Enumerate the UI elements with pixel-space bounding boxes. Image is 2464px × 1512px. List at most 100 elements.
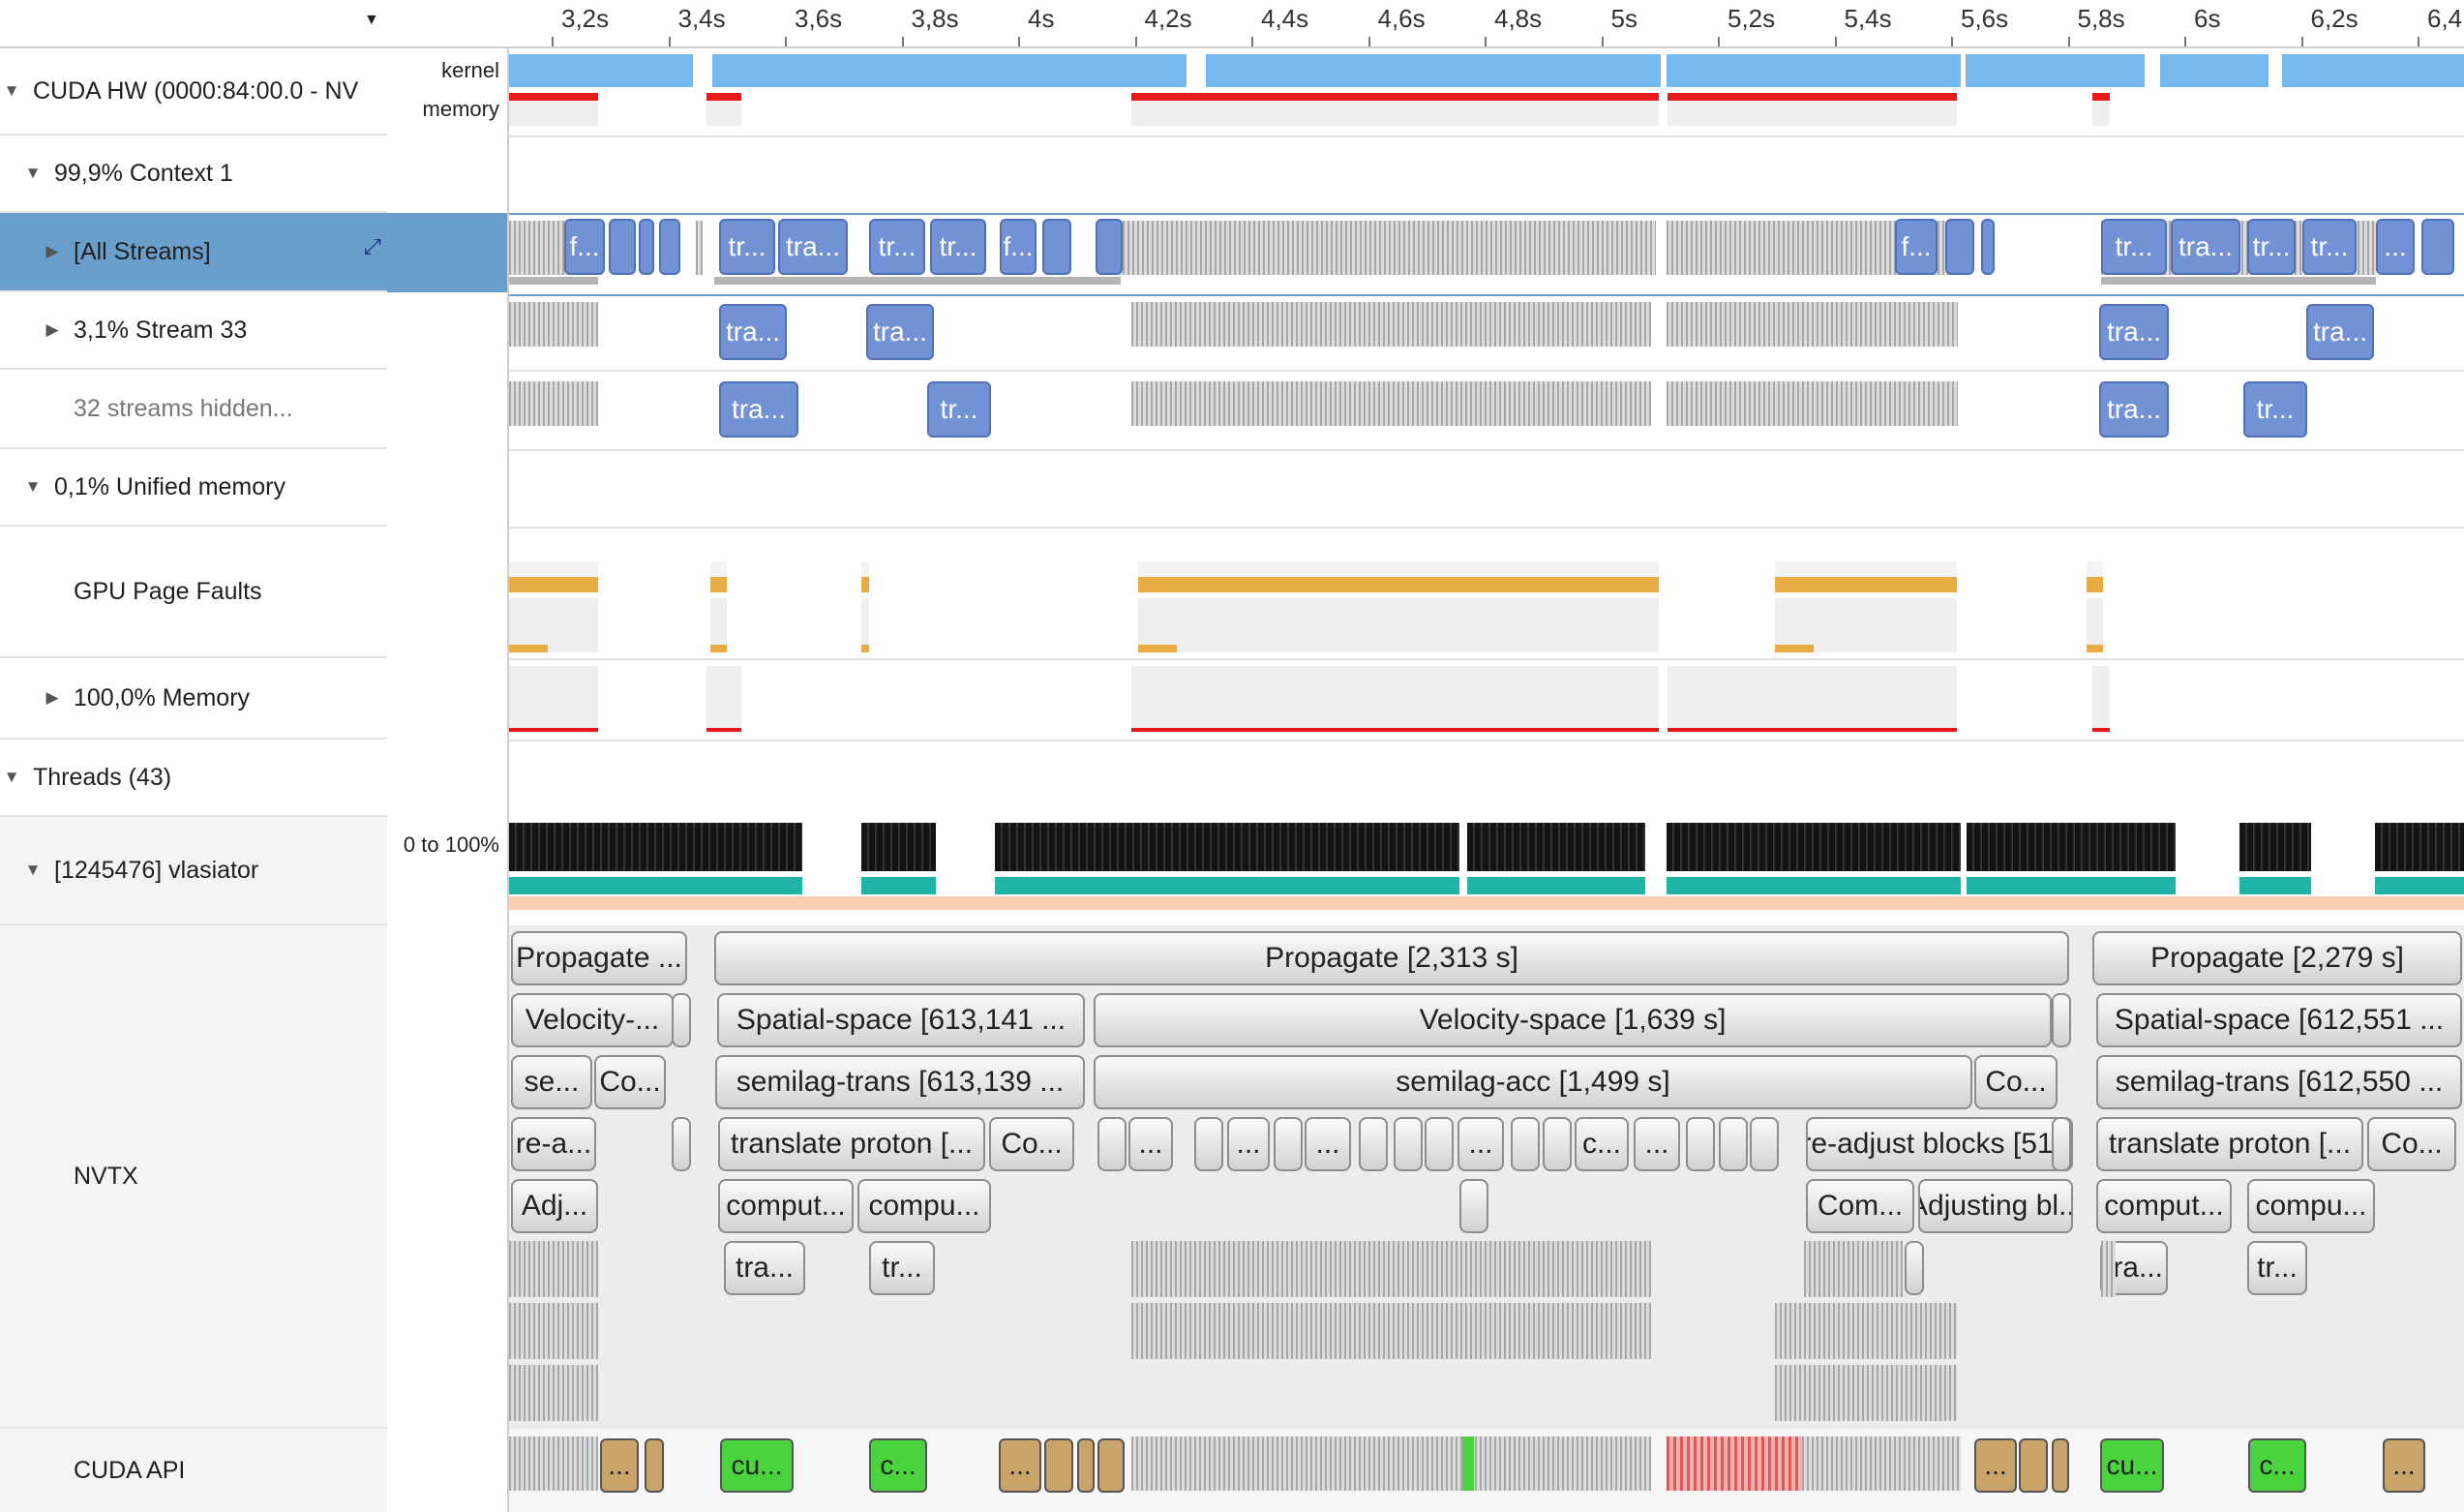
kernel-bar[interactable] (712, 54, 1187, 87)
nvtx-range[interactable]: ... (1128, 1117, 1173, 1171)
nvtx-range[interactable]: tr... (869, 1241, 935, 1295)
nvtx-range[interactable]: compu... (857, 1179, 991, 1233)
collapse-triangle-icon[interactable]: ▼ (21, 861, 45, 880)
thread-state-bar[interactable] (995, 877, 1459, 894)
nvtx-range[interactable]: tra... (724, 1241, 805, 1295)
nvtx-range[interactable]: Propagate [2,313 s] (714, 931, 2069, 985)
timeline-canvas[interactable]: f... tr... tra... tr... tr... f... f... tr... tr… (509, 48, 2464, 1512)
kernel-block[interactable]: tra... (2099, 381, 2169, 438)
kernel-bar[interactable] (1206, 54, 1661, 87)
cuda-api-call[interactable]: ... (2383, 1438, 2425, 1493)
nvtx-range[interactable] (1543, 1117, 1572, 1171)
kernel-block[interactable]: tr... (719, 219, 775, 275)
ruler-dropdown-icon[interactable]: ▼ (364, 12, 379, 29)
nvtx-range[interactable]: translate proton [... (2096, 1117, 2363, 1171)
row-process[interactable]: ▼ [1245476] vlasiator (0, 817, 387, 925)
nvtx-range[interactable]: Spatial-space [612,551 ... (2096, 993, 2462, 1047)
cuda-api-call[interactable]: c... (869, 1438, 927, 1493)
kernel-block[interactable]: tr... (930, 219, 986, 275)
thread-state-bar[interactable] (1967, 877, 2176, 894)
nvtx-range[interactable]: Adj... (511, 1179, 598, 1233)
row-cuda-api[interactable]: CUDA API (0, 1429, 387, 1512)
nvtx-range[interactable] (1359, 1117, 1388, 1171)
nvtx-range[interactable]: c... (1575, 1117, 1629, 1171)
nvtx-range[interactable] (1511, 1117, 1540, 1171)
nvtx-range[interactable]: Spatial-space [613,141 ... (717, 993, 1085, 1047)
nvtx-range[interactable]: Velocity-space [1,639 s] (1094, 993, 2052, 1047)
cuda-api-call[interactable] (1044, 1438, 1073, 1493)
cuda-api-call[interactable]: ... (999, 1438, 1041, 1493)
memory-usage-bar[interactable] (1131, 666, 1659, 734)
row-stream-33[interactable]: ▶ 3,1% Stream 33 (0, 292, 387, 370)
cpu-usage-bar[interactable] (1467, 823, 1645, 871)
kernel-block[interactable]: f... (564, 219, 605, 275)
memory-usage-bar[interactable] (1668, 666, 1957, 734)
row-unified-memory[interactable]: ▼ 0,1% Unified memory (0, 449, 387, 527)
kernel-block[interactable]: tr... (2247, 219, 2296, 275)
kernel-block[interactable]: tr... (2101, 219, 2167, 275)
nvtx-range[interactable]: Co... (989, 1117, 1074, 1171)
nvtx-range[interactable] (1425, 1117, 1454, 1171)
cpu-usage-bar[interactable] (2375, 823, 2464, 871)
thread-state-bar[interactable] (1467, 877, 1645, 894)
nvtx-range[interactable]: ... (1227, 1117, 1270, 1171)
kernel-block[interactable] (1945, 219, 1974, 275)
cpu-usage-bar[interactable] (1967, 823, 2176, 871)
collapse-triangle-icon[interactable]: ▼ (0, 81, 23, 101)
nvtx-range[interactable]: Propagate ... (511, 931, 687, 985)
cuda-api-call[interactable] (645, 1438, 664, 1493)
nvtx-range[interactable]: semilag-acc [1,499 s] (1094, 1055, 1972, 1109)
kernel-bar[interactable] (509, 54, 693, 87)
kernel-bar[interactable] (2160, 54, 2269, 87)
kernel-block[interactable] (639, 219, 654, 275)
row-gpu-page-faults[interactable]: GPU Page Faults (0, 527, 387, 658)
kernel-block[interactable]: tr... (2243, 381, 2307, 438)
nvtx-range[interactable]: Velocity-... (511, 993, 674, 1047)
nvtx-range[interactable] (2052, 993, 2071, 1047)
cuda-api-call[interactable] (1097, 1438, 1125, 1493)
kernel-block[interactable]: f... (1895, 219, 1938, 275)
kernel-block[interactable] (1096, 219, 1123, 275)
memory-usage-bar[interactable] (706, 666, 741, 734)
nvtx-range[interactable] (1905, 1241, 1924, 1295)
kernel-block[interactable] (2421, 219, 2454, 275)
cuda-api-call[interactable] (2019, 1438, 2048, 1493)
kernel-block[interactable]: tra... (719, 304, 787, 360)
nvtx-range[interactable]: semilag-trans [613,139 ... (715, 1055, 1085, 1109)
cuda-api-call[interactable]: ... (1974, 1438, 2017, 1493)
nvtx-range[interactable]: Adjusting bl... (1918, 1179, 2073, 1233)
nvtx-range[interactable]: re-adjust blocks [51... (1806, 1117, 2073, 1171)
collapse-triangle-icon[interactable]: ▼ (21, 477, 45, 497)
thread-state-bar[interactable] (2239, 877, 2311, 894)
nvtx-range[interactable]: se... (511, 1055, 592, 1109)
kernel-bar[interactable] (1966, 54, 2145, 87)
nvtx-range[interactable]: tr... (2247, 1241, 2307, 1295)
kernel-block[interactable]: tr... (927, 381, 991, 438)
nvtx-range[interactable] (1719, 1117, 1748, 1171)
nvtx-range[interactable]: ... (1457, 1117, 1504, 1171)
nvtx-range[interactable]: Co... (2367, 1117, 2456, 1171)
thread-state-bar[interactable] (861, 877, 936, 894)
nvtx-range[interactable] (1194, 1117, 1223, 1171)
nvtx-range[interactable] (1394, 1117, 1423, 1171)
kernel-block[interactable] (1042, 219, 1071, 275)
expand-triangle-icon[interactable]: ▶ (41, 242, 64, 261)
kernel-bar[interactable] (2282, 54, 2464, 87)
nvtx-range[interactable] (1459, 1179, 1488, 1233)
kernel-block[interactable]: tra... (778, 219, 848, 275)
expand-triangle-icon[interactable]: ▶ (41, 688, 64, 708)
kernel-block[interactable]: tra... (2306, 304, 2374, 360)
thread-state-bar[interactable] (1667, 877, 1961, 894)
nvtx-range[interactable]: Com... (1806, 1179, 1914, 1233)
cpu-usage-bar[interactable] (995, 823, 1459, 871)
row-hidden-streams[interactable]: 32 streams hidden... − + (0, 370, 455, 449)
nvtx-range[interactable] (1686, 1117, 1715, 1171)
nvtx-range[interactable] (672, 993, 691, 1047)
row-memory[interactable]: ▶ 100,0% Memory (0, 658, 387, 740)
cpu-usage-bar[interactable] (509, 823, 802, 871)
nvtx-range[interactable]: re-a... (511, 1117, 596, 1171)
nvtx-range[interactable] (1097, 1117, 1127, 1171)
row-cuda-hw[interactable]: ▼ CUDA HW (0000:84:00.0 - NV (0, 48, 387, 136)
nvtx-range[interactable]: ... (1634, 1117, 1680, 1171)
cuda-api-call[interactable]: cu... (2100, 1438, 2164, 1493)
